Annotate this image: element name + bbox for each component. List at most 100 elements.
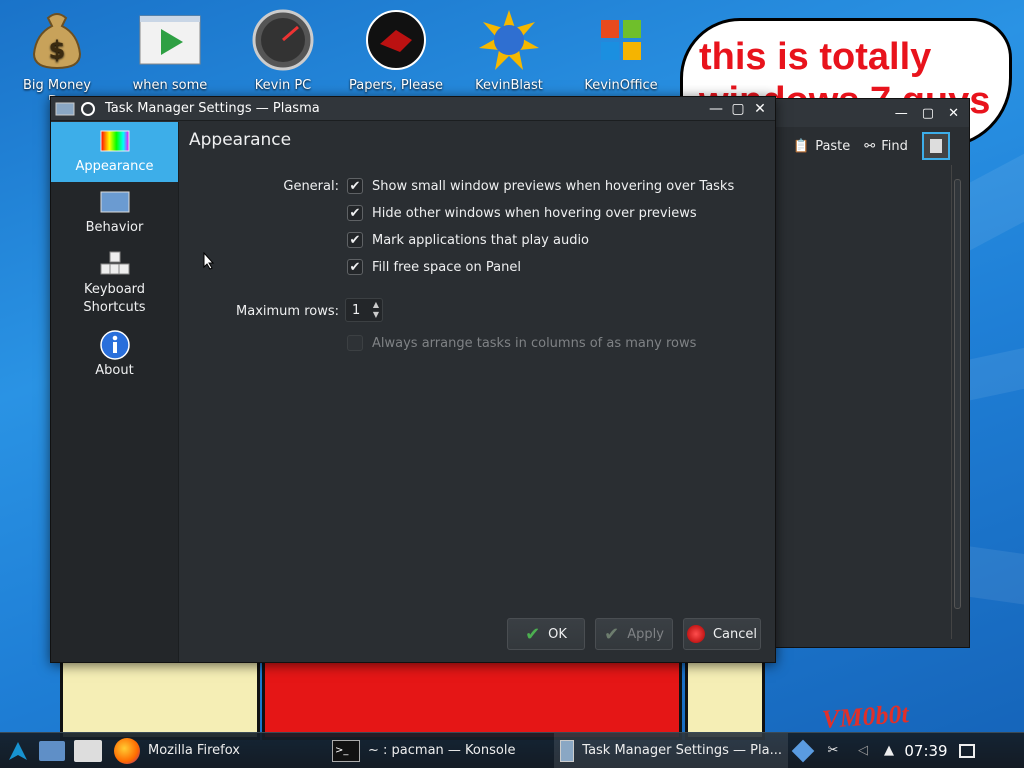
- sidebar-item-keyboard-shortcuts[interactable]: Keyboard Shortcuts: [51, 244, 178, 324]
- scrollbar-thumb[interactable]: [954, 179, 961, 609]
- signature-text: VM0b0t: [821, 699, 910, 734]
- checkmark-icon: ✔: [349, 259, 361, 275]
- file-manager-button[interactable]: [36, 733, 68, 768]
- task-label: Mozilla Firefox: [148, 743, 240, 758]
- mouse-cursor-icon: [203, 252, 215, 270]
- find-button[interactable]: ⚯ Find: [864, 139, 908, 154]
- checkbox[interactable]: ✔: [347, 259, 363, 275]
- max-rows-spinbox[interactable]: 1 ▲ ▼: [345, 298, 383, 322]
- close-icon[interactable]: ✕: [749, 99, 771, 119]
- keyboard-app-icon: [74, 739, 102, 762]
- clock[interactable]: 07:39: [900, 733, 952, 768]
- close-icon[interactable]: ✕: [948, 106, 959, 121]
- terminal-split-button[interactable]: [921, 132, 950, 160]
- tray-expand-icon[interactable]: ▲: [878, 733, 900, 768]
- sidebar-item-about[interactable]: About: [51, 324, 178, 388]
- konsole-window[interactable]: — ▢ ✕ 📋 Paste ⚯ Find: [760, 98, 970, 648]
- checkbox-label: Mark applications that play audio: [372, 232, 590, 248]
- desktop-icon-kevinoffice[interactable]: KevinOffice: [566, 8, 676, 94]
- desktop-icon-kevinblast[interactable]: KevinBlast: [454, 8, 564, 94]
- cancel-button[interactable]: Cancel: [683, 618, 761, 650]
- window-behavior-icon: [100, 189, 130, 215]
- apply-button[interactable]: ✔ Apply: [595, 618, 673, 650]
- checkbox-fill-free-space[interactable]: ✔ Fill free space on Panel: [347, 259, 521, 275]
- task-label: ~ : pacman — Konsole: [368, 743, 516, 758]
- checkbox-show-previews[interactable]: ✔ Show small window previews when hoveri…: [347, 178, 734, 194]
- sidebar-item-behavior[interactable]: Behavior: [51, 182, 178, 244]
- network-tray-icon[interactable]: [788, 733, 818, 768]
- max-rows-value: 1: [352, 302, 361, 318]
- page-title: Appearance: [189, 130, 292, 150]
- checkmark-icon: ✔: [349, 232, 361, 248]
- task-settings[interactable]: Task Manager Settings — Pla...: [554, 732, 788, 768]
- task-manager-settings-dialog[interactable]: Task Manager Settings — Plasma — ▢ ✕ App…: [50, 96, 776, 663]
- task-label: Task Manager Settings — Pla...: [582, 743, 782, 758]
- show-desktop-button[interactable]: [952, 733, 982, 768]
- desktop-icon-big-money[interactable]: $ Big Money De: [2, 8, 112, 100]
- volume-icon[interactable]: ◁: [848, 733, 878, 768]
- keyboard-icon: [100, 251, 130, 277]
- apply-label: Apply: [627, 626, 664, 642]
- checkbox[interactable]: ✔: [347, 232, 363, 248]
- sidebar-item-label: Appearance: [75, 159, 154, 174]
- checkmark-icon: ✔: [349, 178, 361, 194]
- desktop-icon-label: KevinOffice: [584, 78, 658, 93]
- task-firefox[interactable]: Mozilla Firefox: [108, 733, 326, 768]
- money-bag-icon: $: [25, 8, 89, 72]
- task-konsole[interactable]: >_ ~ : pacman — Konsole: [326, 733, 554, 768]
- scissors-icon[interactable]: ✂: [818, 733, 848, 768]
- cancel-label: Cancel: [712, 626, 758, 642]
- checkbox[interactable]: [347, 335, 363, 351]
- desktop-icon-label: Papers, Please: [348, 78, 444, 93]
- checkbox[interactable]: ✔: [347, 205, 363, 221]
- terminal-icon: >_: [332, 739, 360, 762]
- media-player-icon: [138, 8, 202, 72]
- desktop-icon-papers-please[interactable]: Papers, Please: [341, 8, 451, 94]
- konsole-titlebar[interactable]: — ▢ ✕: [761, 99, 969, 127]
- binoculars-icon: ⚯: [864, 138, 876, 154]
- checkbox[interactable]: ✔: [347, 178, 363, 194]
- settings-sidebar: Appearance Behavior Keyboard Shortcuts A…: [51, 122, 179, 662]
- firefox-icon: [114, 737, 140, 764]
- desktop-icon-label: Kevin PC: [254, 78, 312, 93]
- spin-up-icon[interactable]: ▲: [373, 300, 379, 310]
- ok-button[interactable]: ✔ OK: [507, 618, 585, 650]
- scrollbar[interactable]: [951, 165, 963, 639]
- checkmark-icon: ✔: [525, 623, 541, 645]
- app-launcher-button[interactable]: [68, 733, 108, 768]
- sidebar-item-label: Keyboard Shortcuts: [83, 282, 146, 315]
- checkbox-mark-audio[interactable]: ✔ Mark applications that play audio: [347, 232, 589, 248]
- papers-please-icon: [364, 8, 428, 72]
- settings-content: Appearance General: ✔ Show small window …: [179, 122, 775, 662]
- desktop-icon-kevin-pc[interactable]: Kevin PC: [228, 8, 338, 94]
- show-desktop-icon: [959, 743, 975, 758]
- checkbox-label: Show small window previews when hovering…: [372, 178, 735, 194]
- checkmark-icon: ✔: [604, 623, 620, 645]
- pin-icon[interactable]: [81, 101, 95, 116]
- spin-down-icon[interactable]: ▼: [373, 310, 379, 320]
- maximize-icon[interactable]: ▢: [922, 106, 934, 121]
- paste-label: Paste: [815, 138, 851, 154]
- info-icon: [99, 330, 130, 360]
- split-view-icon: [929, 139, 942, 153]
- general-label: General:: [283, 179, 339, 194]
- maximize-icon[interactable]: ▢: [727, 99, 749, 119]
- sidebar-item-appearance[interactable]: Appearance: [51, 122, 178, 182]
- desktop-icon-when-some[interactable]: when some: [115, 8, 225, 94]
- desktop-icon-label: when some: [132, 78, 208, 93]
- dialog-titlebar[interactable]: Task Manager Settings — Plasma — ▢ ✕: [51, 97, 775, 121]
- arch-logo-icon: [9, 741, 27, 760]
- sidebar-item-label: Behavior: [85, 220, 144, 235]
- checkbox-arrange-columns[interactable]: Always arrange tasks in columns of as ma…: [347, 335, 696, 351]
- settings-window-icon: [560, 739, 575, 762]
- checkbox-hide-other-windows[interactable]: ✔ Hide other windows when hovering over …: [347, 205, 697, 221]
- application-launcher-button[interactable]: [0, 733, 36, 768]
- minimize-icon[interactable]: —: [895, 106, 908, 121]
- sidebar-item-label: About: [95, 363, 134, 378]
- speedometer-icon: [251, 8, 315, 72]
- paste-button[interactable]: 📋 Paste: [793, 139, 850, 154]
- checkmark-icon: ✔: [349, 205, 361, 221]
- minimize-icon[interactable]: —: [705, 99, 727, 119]
- cancel-icon: [686, 625, 705, 643]
- folder-icon: [39, 740, 65, 761]
